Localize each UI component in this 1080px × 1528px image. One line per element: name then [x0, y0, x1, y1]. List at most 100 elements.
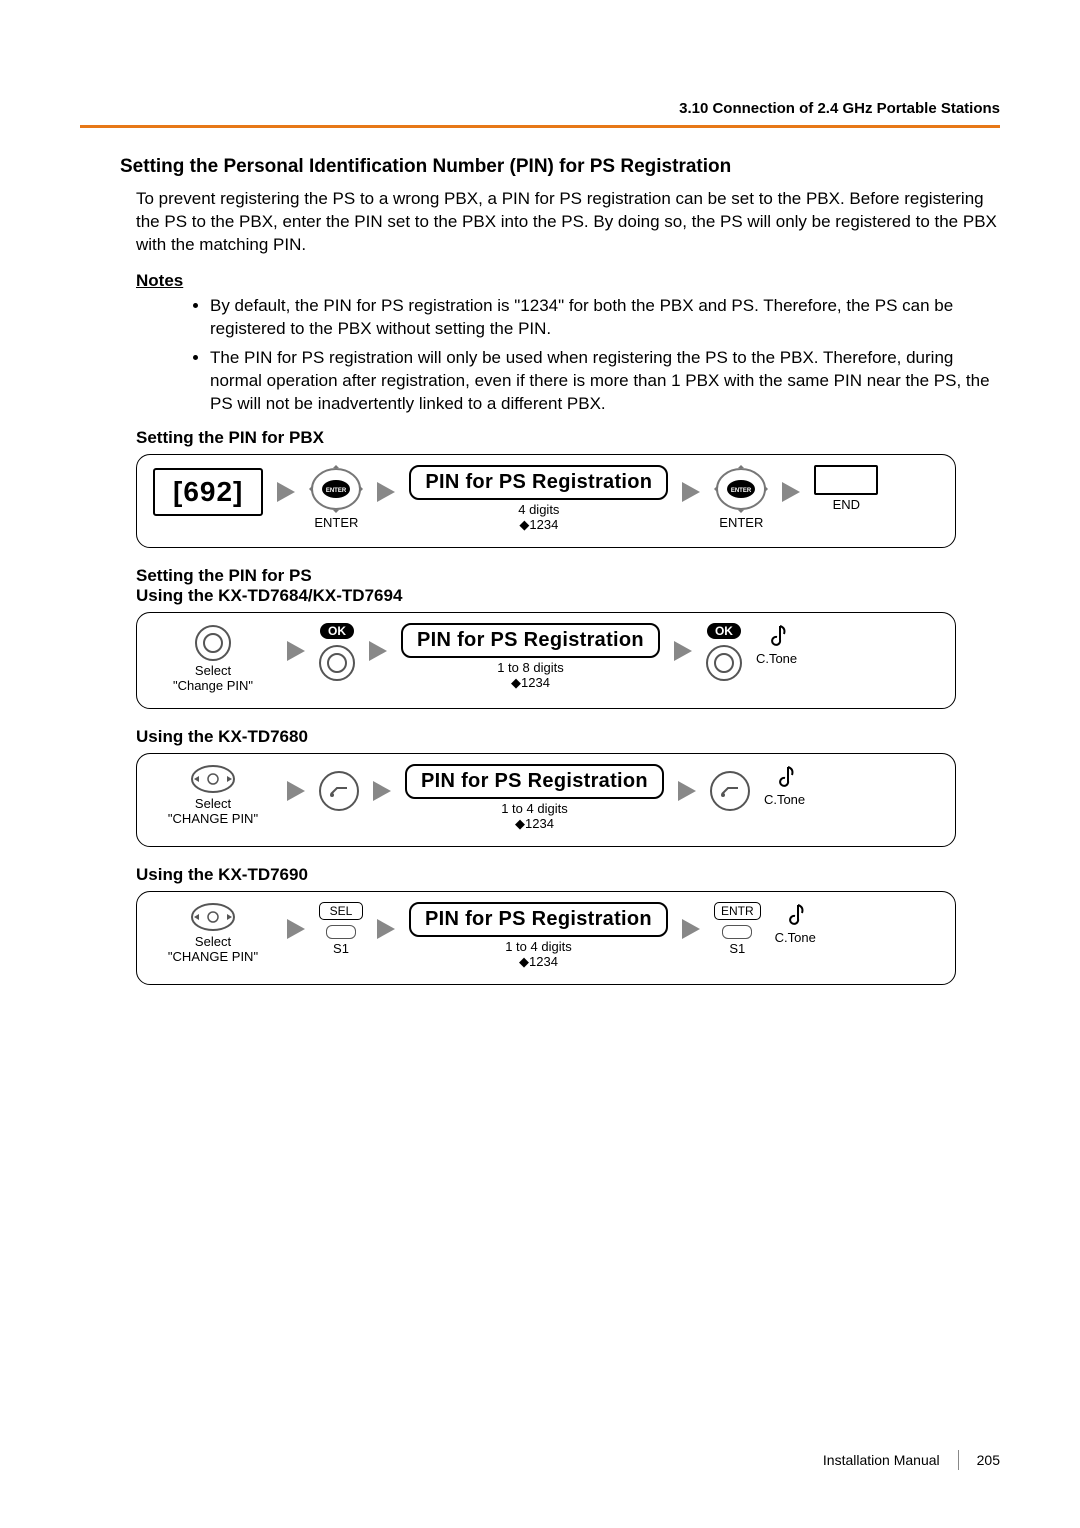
footer-divider: [958, 1450, 959, 1470]
select-group: Select "CHANGE PIN": [153, 764, 273, 827]
pin-digits-label: 1 to 8 digits: [401, 660, 660, 675]
round-button-icon: [710, 771, 750, 811]
pin-default-label: ◆1234: [409, 954, 668, 970]
select-group: Select "CHANGE PIN": [153, 902, 273, 965]
pin-box: PIN for PS Registration: [409, 465, 668, 500]
ctone-label: C.Tone: [764, 792, 805, 807]
pin-input-group: PIN for PS Registration 1 to 8 digits ◆1…: [401, 623, 660, 691]
arrow-icon: [682, 919, 700, 939]
select-label: Select: [195, 934, 231, 949]
pin-box: PIN for PS Registration: [401, 623, 660, 658]
arrow-icon: [287, 919, 305, 939]
ctone-group: C.Tone: [764, 764, 805, 807]
end-label: END: [833, 497, 860, 512]
pin-digits-label: 4 digits: [409, 502, 668, 517]
end-box-icon: [814, 465, 878, 495]
td7680-heading: Using the KX-TD7680: [136, 727, 1000, 747]
softkey-group: SEL S1: [319, 902, 363, 956]
diagram-td7680: Select "CHANGE PIN" PIN for PS Registrat…: [136, 753, 956, 847]
ok-button-icon: OK: [320, 623, 354, 639]
td7690-heading: Using the KX-TD7690: [136, 865, 1000, 885]
pin-default-label: ◆1234: [409, 517, 668, 533]
arrow-icon: [682, 482, 700, 502]
pbx-heading: Setting the PIN for PBX: [136, 428, 1000, 448]
music-note-icon: [766, 623, 788, 649]
pin-digits-label: 1 to 4 digits: [409, 939, 668, 954]
intro-paragraph: To prevent registering the PS to a wrong…: [136, 188, 1000, 257]
pin-box: PIN for PS Registration: [409, 902, 668, 937]
music-note-icon: [774, 764, 796, 790]
arrow-icon: [782, 482, 800, 502]
ok-jog-group: OK: [319, 623, 355, 681]
nav-pad-icon: [190, 764, 236, 794]
ok-button-icon: OK: [707, 623, 741, 639]
jog-dial-icon: [706, 645, 742, 681]
section-breadcrumb: 3.10 Connection of 2.4 GHz Portable Stat…: [80, 100, 1000, 117]
enter-label: ENTER: [719, 515, 763, 530]
nav-pad-icon: [190, 902, 236, 932]
softkey-group: ENTR S1: [714, 902, 761, 956]
ctone-label: C.Tone: [775, 930, 816, 945]
round-button-group: [710, 771, 750, 811]
arrow-icon: [674, 641, 692, 661]
s1-label: S1: [729, 941, 745, 956]
arrow-icon: [369, 641, 387, 661]
pin-input-group: PIN for PS Registration 1 to 4 digits ◆1…: [409, 902, 668, 970]
note-item: By default, the PIN for PS registration …: [210, 295, 1000, 341]
pin-digits-label: 1 to 4 digits: [405, 801, 664, 816]
notes-list: By default, the PIN for PS registration …: [170, 295, 1000, 416]
notes-heading: Notes: [136, 271, 1000, 291]
diagram-pbx: [692] ENTER ENTER PIN f: [136, 454, 956, 548]
end-group: END: [814, 465, 878, 512]
pin-box: PIN for PS Registration: [405, 764, 664, 799]
jog-dial-icon: [319, 645, 355, 681]
manual-title: Installation Manual: [823, 1452, 940, 1468]
pin-default-label: ◆1234: [401, 675, 660, 691]
ctone-group: C.Tone: [756, 623, 797, 666]
note-item: The PIN for PS registration will only be…: [210, 347, 1000, 416]
s1-label: S1: [333, 941, 349, 956]
enter-button-group: ENTER ENTER: [714, 465, 768, 530]
enter-button-group: ENTER ENTER: [309, 465, 363, 530]
arrow-icon: [373, 781, 391, 801]
page-title: Setting the Personal Identification Numb…: [120, 156, 1000, 178]
select-label: Select: [195, 796, 231, 811]
select-option-label: "Change PIN": [173, 678, 253, 693]
round-button-icon: [319, 771, 359, 811]
select-label: Select: [195, 663, 231, 678]
pin-default-label: ◆1234: [405, 816, 664, 832]
sel-key-icon: SEL: [319, 902, 363, 920]
arrow-icon: [277, 482, 295, 502]
diagram-td7690: Select "CHANGE PIN" SEL S1 PIN for PS Re…: [136, 891, 956, 985]
arrow-icon: [377, 919, 395, 939]
music-note-icon: [784, 902, 806, 928]
page-footer: Installation Manual 205: [823, 1450, 1000, 1470]
jog-dial-icon: [195, 625, 231, 661]
soft-key-shape-icon: [326, 925, 356, 939]
select-group: Select "Change PIN": [153, 623, 273, 694]
soft-key-shape-icon: [722, 925, 752, 939]
round-button-group: [319, 771, 359, 811]
ctone-group: C.Tone: [775, 902, 816, 945]
entr-key-icon: ENTR: [714, 902, 761, 920]
svg-text:ENTER: ENTER: [326, 488, 347, 494]
arrow-icon: [287, 781, 305, 801]
ps-heading: Setting the PIN for PS Using the KX-TD76…: [136, 566, 1000, 606]
select-option-label: "CHANGE PIN": [168, 949, 258, 964]
arrow-icon: [377, 482, 395, 502]
enter-button-icon: ENTER: [714, 465, 768, 513]
pin-input-group: PIN for PS Registration 1 to 4 digits ◆1…: [405, 764, 664, 832]
diagram-ps-td7684: Select "Change PIN" OK PIN for PS Regist…: [136, 612, 956, 709]
program-code: [692]: [153, 468, 263, 516]
select-option-label: "CHANGE PIN": [168, 811, 258, 826]
ctone-label: C.Tone: [756, 651, 797, 666]
arrow-icon: [678, 781, 696, 801]
enter-label: ENTER: [314, 515, 358, 530]
svg-text:ENTER: ENTER: [731, 488, 752, 494]
arrow-icon: [287, 641, 305, 661]
enter-button-icon: ENTER: [309, 465, 363, 513]
pin-input-group: PIN for PS Registration 4 digits ◆1234: [409, 465, 668, 533]
header-divider: [80, 125, 1000, 128]
page-number: 205: [977, 1452, 1000, 1468]
ok-jog-group: OK: [706, 623, 742, 681]
